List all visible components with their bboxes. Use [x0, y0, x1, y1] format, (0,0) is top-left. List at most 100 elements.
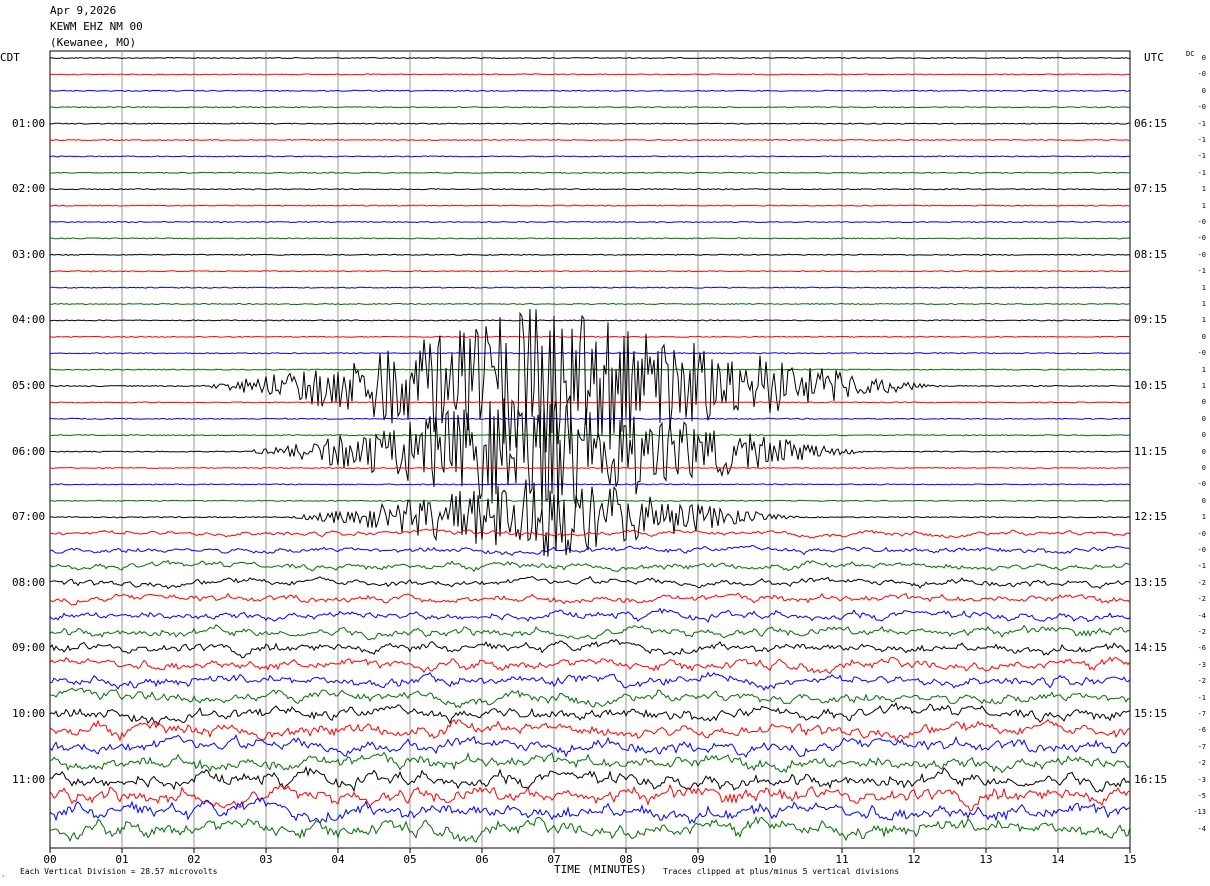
dc-offset-label: 1	[1201, 316, 1206, 325]
dc-offset-label: -0	[1197, 70, 1206, 79]
dc-offset-label: -7	[1197, 742, 1206, 751]
seismic-trace	[49, 302, 1131, 306]
cdt-time-label: 04:00	[12, 313, 46, 327]
utc-time-label: 11:15	[1134, 444, 1168, 458]
seismic-trace	[49, 592, 1131, 606]
seismic-trace	[49, 483, 1131, 486]
seismic-trace	[49, 815, 1131, 843]
cdt-time-label: 07:00	[12, 510, 46, 524]
seismic-trace	[49, 719, 1131, 742]
seismic-trace	[49, 765, 1131, 793]
seismic-trace	[49, 253, 1131, 256]
dc-offset-label: -1	[1197, 152, 1206, 161]
dc-offset-label: 1	[1201, 185, 1206, 194]
dc-offset-label: -0	[1197, 546, 1206, 554]
seismic-trace	[49, 783, 1131, 812]
dc-offset-label: -3	[1197, 775, 1206, 784]
dc-offset-label: -1	[1197, 136, 1206, 144]
x-tick-label: 09	[691, 853, 704, 866]
utc-time-label: 13:15	[1134, 575, 1168, 589]
clip-note: Traces clipped at plus/minus 5 vertical …	[663, 867, 900, 876]
dc-offset-label: -2	[1197, 677, 1206, 686]
dc-offset-label: 0	[1201, 431, 1206, 440]
dc-offset-label: 0	[1201, 464, 1206, 472]
seismic-trace	[49, 528, 1131, 539]
x-tick-label: 02	[187, 853, 200, 866]
x-tick-label: 05	[403, 853, 416, 866]
utc-time-label: 12:15	[1134, 510, 1168, 524]
seismic-trace	[49, 499, 1131, 502]
cdt-time-label: 10:00	[12, 707, 46, 720]
seismic-trace	[50, 220, 1131, 224]
x-tick-label: 00	[43, 853, 56, 866]
seismic-trace	[49, 401, 1131, 404]
seismic-trace	[49, 319, 1131, 322]
dc-offset-label: -1	[1197, 119, 1206, 128]
cdt-time-label: 08:00	[12, 575, 46, 589]
dc-offset-label: 1	[1201, 300, 1206, 308]
seismic-trace	[49, 466, 1131, 470]
dc-offset-label: -4	[1197, 611, 1206, 620]
x-tick-label: 06	[475, 853, 488, 866]
seismic-trace	[49, 671, 1131, 691]
seismic-trace	[49, 624, 1131, 641]
utc-time-label: 09:15	[1134, 313, 1168, 327]
cdt-time-label: 09:00	[12, 641, 46, 655]
dc-offset-label: 0	[1201, 414, 1206, 423]
utc-time-label: 16:15	[1134, 772, 1168, 786]
seismic-trace	[49, 138, 1130, 142]
utc-time-label: 08:15	[1134, 247, 1168, 261]
cdt-time-label: 03:00	[12, 247, 46, 261]
x-tick-label: 15	[1123, 853, 1136, 866]
dc-offset-label: 1	[1201, 513, 1206, 522]
dc-offset-label: -13	[1193, 808, 1206, 817]
seismic-trace	[49, 188, 1131, 191]
dc-offset-label: -0	[1197, 218, 1206, 226]
x-tick-label: 01	[115, 853, 128, 866]
seismic-trace	[49, 155, 1131, 158]
x-axis-title: TIME (MINUTES)	[554, 863, 647, 876]
x-tick-label: 12	[907, 853, 920, 866]
seismic-trace	[49, 434, 1131, 437]
seismic-trace	[49, 638, 1131, 659]
x-tick-label: 10	[763, 853, 776, 866]
cdt-time-label: 02:00	[12, 182, 46, 196]
cdt-time-label: 06:00	[12, 444, 46, 458]
dc-offset-label: -7	[1197, 710, 1206, 718]
seismic-trace	[49, 701, 1131, 727]
seismic-trace	[49, 171, 1131, 174]
seismic-trace	[49, 607, 1131, 623]
cdt-time-label: 05:00	[12, 379, 46, 392]
dc-offset-label: -3	[1197, 660, 1206, 669]
dc-offset-label: -6	[1197, 644, 1206, 653]
utc-time-label: 15:15	[1134, 707, 1168, 720]
dc-offset-label: -2	[1197, 595, 1206, 604]
seismic-trace	[49, 122, 1131, 125]
dc-offset-label: 0	[1201, 332, 1206, 341]
dc-offset-label: -1	[1197, 168, 1206, 177]
seismic-trace	[49, 89, 1131, 92]
utc-time-label: 06:15	[1134, 116, 1168, 130]
scale-note: Each Vertical Division = 28.57 microvolt…	[20, 867, 218, 876]
dc-offset-label: 0	[1201, 447, 1206, 456]
dc-offset-label: -1	[1197, 267, 1206, 276]
dc-offset-label: 1	[1201, 365, 1206, 374]
dc-offset-label: -0	[1197, 349, 1206, 358]
seismic-trace	[49, 237, 1131, 240]
x-tick-label: 04	[331, 853, 345, 866]
dc-offset-label: -0	[1197, 250, 1206, 259]
seismic-trace	[49, 270, 1131, 273]
dc-offset-label: -1	[1197, 693, 1206, 702]
seismic-trace	[49, 286, 1131, 289]
seismogram-plot: 00 01 02 03 04 05 06 07 08 09 10 11 12 13 14 15	[43, 50, 1137, 866]
dc-offset-label: 0	[1201, 54, 1206, 62]
dc-offset-label: 1	[1201, 283, 1206, 292]
seismic-trace	[49, 544, 1131, 557]
utc-time-label: 14:15	[1134, 641, 1168, 655]
seismic-trace	[49, 395, 1131, 511]
cdt-time-label: 01:00	[12, 116, 46, 130]
dc-offset-label: -4	[1197, 824, 1206, 833]
dc-offset-label: -1	[1197, 562, 1206, 571]
x-tick-label: 13	[979, 853, 992, 866]
seismic-trace	[49, 352, 1131, 355]
